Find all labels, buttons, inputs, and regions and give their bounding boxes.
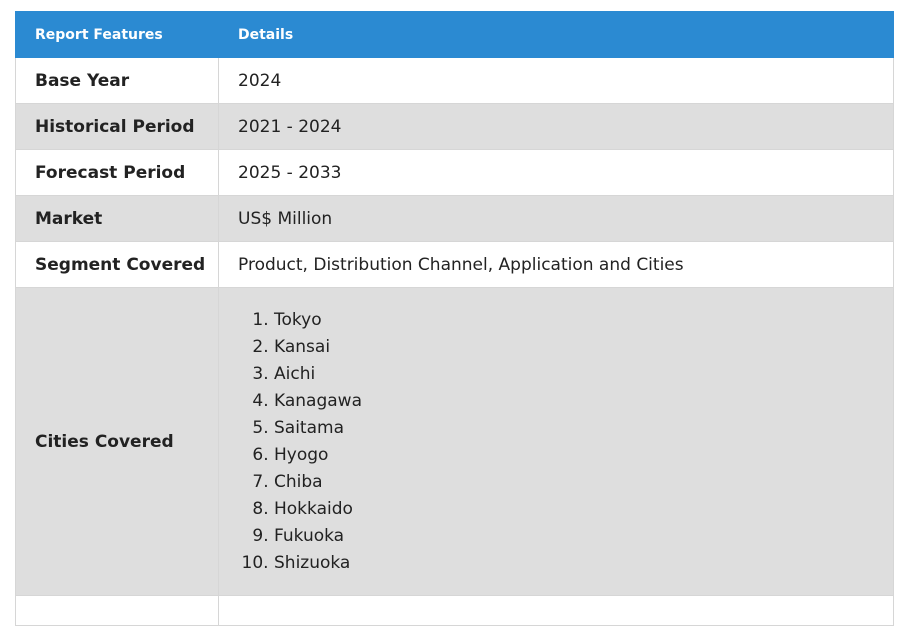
row-value-cities-covered: Tokyo Kansai Aichi Kanagawa Saitama Hyog… (218, 287, 894, 596)
table-header-row: Report Features Details (15, 11, 894, 58)
list-item: Shizuoka (274, 550, 893, 577)
table-row-cities: Cities Covered Tokyo Kansai Aichi Kanaga… (15, 287, 894, 596)
list-item: Tokyo (274, 307, 893, 334)
table-row: Segment Covered Product, Distribution Ch… (15, 241, 894, 288)
list-item: Saitama (274, 415, 893, 442)
row-value-market: US$ Million (218, 195, 894, 242)
table-row: Base Year 2024 (15, 57, 894, 104)
list-item: Kansai (274, 334, 893, 361)
row-label-historical-period: Historical Period (15, 103, 219, 150)
list-item: Fukuoka (274, 523, 893, 550)
row-label-partial (15, 595, 219, 626)
row-label-base-year: Base Year (15, 57, 219, 104)
row-value-historical-period: 2021 - 2024 (218, 103, 894, 150)
row-value-forecast-period: 2025 - 2033 (218, 149, 894, 196)
table-row-partial (15, 595, 894, 626)
list-item: Hyogo (274, 442, 893, 469)
row-value-partial (218, 595, 894, 626)
row-label-cities-covered: Cities Covered (15, 287, 219, 596)
list-item: Hokkaido (274, 496, 893, 523)
list-item: Aichi (274, 361, 893, 388)
cities-list: Tokyo Kansai Aichi Kanagawa Saitama Hyog… (238, 307, 893, 577)
row-label-forecast-period: Forecast Period (15, 149, 219, 196)
row-label-market: Market (15, 195, 219, 242)
report-features-table: Report Features Details Base Year 2024 H… (15, 11, 894, 626)
row-label-segment-covered: Segment Covered (15, 241, 219, 288)
header-report-features: Report Features (15, 11, 219, 58)
table-row: Historical Period 2021 - 2024 (15, 103, 894, 150)
header-details: Details (218, 11, 894, 58)
row-value-base-year: 2024 (218, 57, 894, 104)
list-item: Kanagawa (274, 388, 893, 415)
row-value-segment-covered: Product, Distribution Channel, Applicati… (218, 241, 894, 288)
list-item: Chiba (274, 469, 893, 496)
table-row: Forecast Period 2025 - 2033 (15, 149, 894, 196)
table-row: Market US$ Million (15, 195, 894, 242)
